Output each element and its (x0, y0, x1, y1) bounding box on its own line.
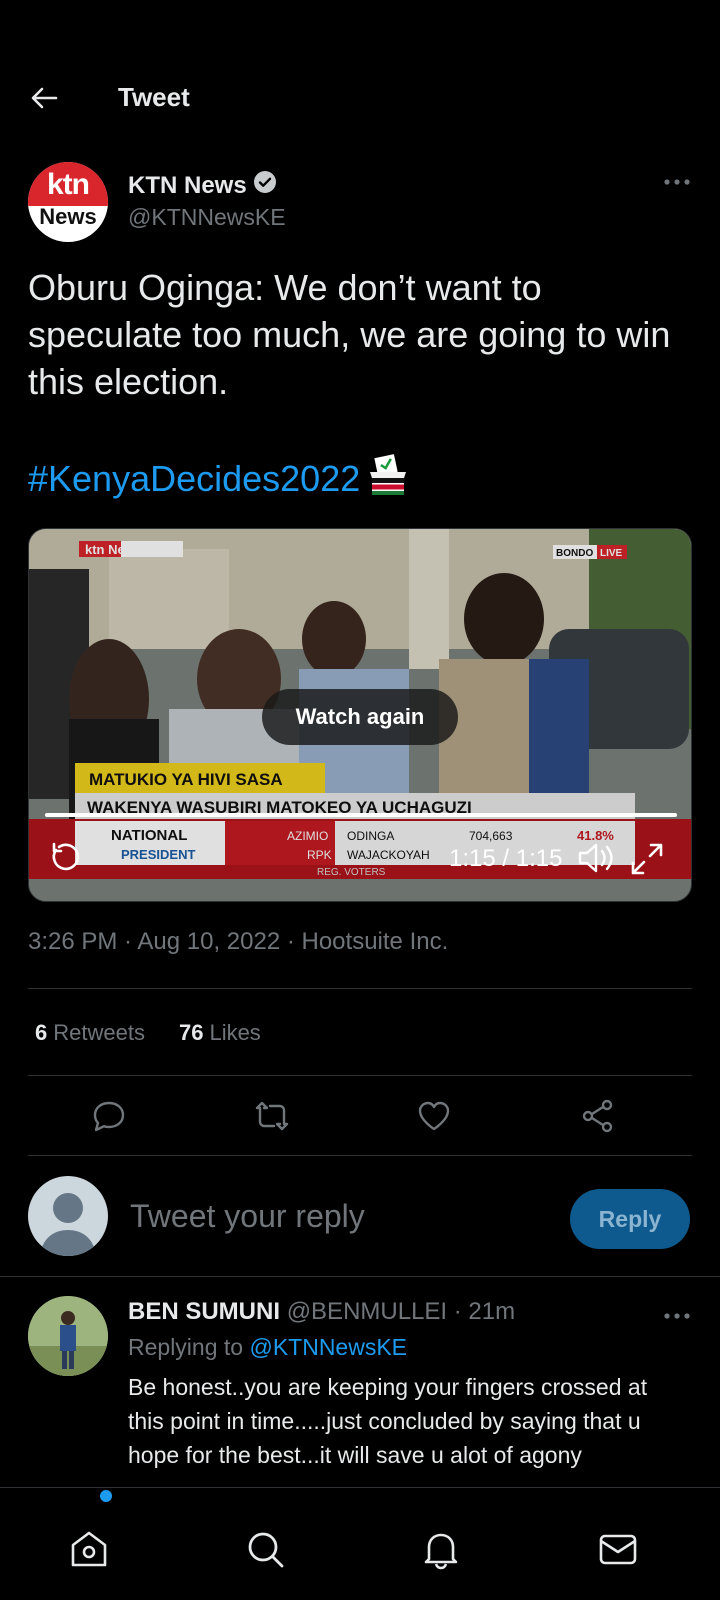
replying-to: Replying to @KTNNewsKE (128, 1334, 407, 1361)
watch-again-button[interactable]: Watch again (262, 689, 458, 745)
reply-more-options-icon[interactable] (662, 1306, 692, 1326)
reply-tweet[interactable]: BEN SUMUNI @BENMULLEI · 21m Replying to … (28, 1296, 692, 1476)
reply-author-name[interactable]: BEN SUMUNI (128, 1298, 280, 1325)
author-name-row[interactable]: KTN News (128, 170, 277, 201)
author-handle[interactable]: @KTNNewsKE (128, 204, 286, 231)
reply-avatar[interactable] (28, 1296, 108, 1376)
reply-input[interactable]: Tweet your reply (130, 1198, 365, 1235)
retweets-stat[interactable]: 6 Retweets (35, 1020, 145, 1046)
ballot-box-kenya-flag-icon (366, 452, 410, 505)
reply-author-row: BEN SUMUNI @BENMULLEI · 21m (128, 1298, 515, 1326)
likes-count: 76 (178, 1020, 204, 1045)
replay-icon[interactable] (47, 839, 83, 875)
retweets-count: 6 (35, 1020, 48, 1045)
hashtag-row: #KenyaDecides2022 (28, 452, 410, 505)
tweet-stats: 6 Retweets 76 Likes (35, 1020, 261, 1046)
divider (28, 988, 692, 989)
reply-icon[interactable] (91, 1098, 127, 1134)
page-title: Tweet (118, 82, 190, 112)
divider (28, 1075, 692, 1076)
default-avatar-icon[interactable] (28, 1176, 108, 1256)
fullscreen-icon[interactable] (629, 841, 665, 877)
tweet-timestamp: 3:26 PM · Aug 10, 2022 · Hootsuite Inc. (28, 928, 449, 955)
retweets-label: Retweets (53, 1020, 145, 1045)
bottom-navigation (0, 1487, 720, 1600)
hashtag-link[interactable]: #KenyaDecides2022 (28, 458, 360, 500)
messages-mail-icon[interactable] (597, 1528, 639, 1570)
replying-to-label: Replying to (128, 1334, 244, 1360)
author-name: KTN News (128, 171, 247, 199)
reply-button[interactable]: Reply (570, 1189, 690, 1249)
tweet-text: Oburu Oginga: We don’t want to speculate… (28, 267, 671, 402)
reply-handle-time: @BENMULLEI · 21m (286, 1298, 516, 1325)
video-player[interactable]: MATUKIO YA HIVI SASA WAKENYA WASUBIRI MA… (28, 528, 692, 902)
avatar-text-bottom: News (39, 204, 97, 229)
divider (0, 1276, 720, 1277)
video-time: 1:15 / 1:15 (449, 845, 563, 872)
notifications-bell-icon[interactable] (420, 1528, 462, 1570)
home-icon[interactable] (68, 1528, 110, 1570)
tweet-author: ktn News KTN News @KTNNewsKE (28, 162, 692, 242)
likes-stat[interactable]: 76 Likes (179, 1020, 261, 1046)
likes-label: Likes (209, 1020, 261, 1045)
video-progress-bar[interactable] (45, 813, 677, 817)
new-notification-dot (100, 1490, 112, 1502)
reply-composer: Tweet your reply Reply (28, 1176, 692, 1256)
back-arrow-icon[interactable] (26, 80, 62, 116)
avatar-text-top: ktn (47, 168, 90, 201)
like-heart-icon[interactable] (416, 1098, 452, 1134)
search-icon[interactable] (244, 1528, 286, 1570)
share-icon[interactable] (580, 1098, 616, 1134)
more-options-icon[interactable] (662, 172, 692, 192)
divider (28, 1155, 692, 1156)
verified-badge-icon (253, 170, 277, 201)
volume-muted-icon[interactable] (577, 841, 615, 875)
avatar[interactable]: ktn News (28, 162, 108, 242)
reply-text: Be honest..you are keeping your fingers … (128, 1374, 648, 1468)
replying-to-handle[interactable]: @KTNNewsKE (249, 1334, 407, 1360)
tweet-actions (28, 1090, 692, 1140)
retweet-icon[interactable] (254, 1098, 290, 1134)
top-bar: Tweet (0, 60, 720, 136)
